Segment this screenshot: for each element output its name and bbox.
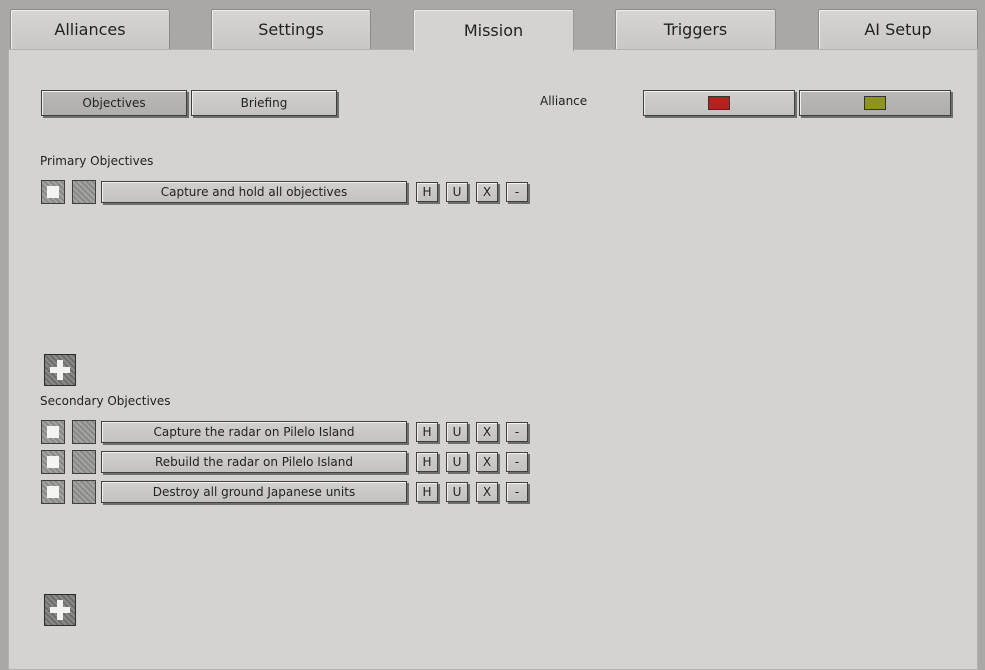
objective-color-slot[interactable] <box>72 480 96 504</box>
objective-u-button[interactable]: U <box>446 422 468 442</box>
primary-objectives-heading: Primary Objectives <box>40 154 154 168</box>
tab-label: Mission <box>463 21 524 40</box>
tab-mission[interactable]: Mission <box>413 9 574 51</box>
alliance-olive-button[interactable] <box>799 90 951 116</box>
minus-label: - <box>514 425 520 439</box>
u-label: U <box>452 185 462 199</box>
red-swatch <box>708 96 730 110</box>
h-label: H <box>422 455 432 469</box>
add-secondary-objective-button[interactable] <box>44 594 76 626</box>
objective-text: Capture and hold all objectives <box>160 185 348 199</box>
tab-alliances[interactable]: Alliances <box>10 9 170 49</box>
checkbox-box <box>47 456 59 468</box>
objective-text-button[interactable]: Capture the radar on Pilelo Island <box>101 421 407 443</box>
u-label: U <box>452 455 462 469</box>
objective-minus-button[interactable]: - <box>506 422 528 442</box>
objective-checkbox[interactable] <box>41 420 65 444</box>
objective-text: Destroy all ground Japanese units <box>152 485 356 499</box>
objectives-subtab-label: Objectives <box>82 96 146 110</box>
objective-text-button[interactable]: Destroy all ground Japanese units <box>101 481 407 503</box>
x-label: X <box>482 455 492 469</box>
objective-x-button[interactable]: X <box>476 482 498 502</box>
objective-color-slot[interactable] <box>72 180 96 204</box>
objectives-subtab[interactable]: Objectives <box>41 90 187 116</box>
objective-x-button[interactable]: X <box>476 182 498 202</box>
olive-swatch <box>864 96 886 110</box>
objective-h-button[interactable]: H <box>416 482 438 502</box>
briefing-subtab-label: Briefing <box>240 96 288 110</box>
h-label: H <box>422 485 432 499</box>
tab-label: AI Setup <box>864 20 932 39</box>
objective-u-button[interactable]: U <box>446 482 468 502</box>
objective-checkbox[interactable] <box>41 480 65 504</box>
h-label: H <box>422 425 432 439</box>
minus-label: - <box>514 185 520 199</box>
x-label: X <box>482 185 492 199</box>
objective-text-button[interactable]: Capture and hold all objectives <box>101 181 407 203</box>
objective-u-button[interactable]: U <box>446 452 468 472</box>
objective-checkbox[interactable] <box>41 180 65 204</box>
checkbox-box <box>47 486 59 498</box>
objective-h-button[interactable]: H <box>416 452 438 472</box>
checkbox-box <box>47 426 59 438</box>
plus-icon <box>50 600 70 620</box>
minus-label: - <box>514 455 520 469</box>
x-label: X <box>482 425 492 439</box>
checkbox-box <box>47 186 59 198</box>
alliance-red-button[interactable] <box>643 90 795 116</box>
briefing-subtab[interactable]: Briefing <box>191 90 337 116</box>
x-label: X <box>482 485 492 499</box>
objective-color-slot[interactable] <box>72 450 96 474</box>
objective-minus-button[interactable]: - <box>506 482 528 502</box>
objective-h-button[interactable]: H <box>416 182 438 202</box>
tab-label: Triggers <box>663 20 728 39</box>
objective-text-button[interactable]: Rebuild the radar on Pilelo Island <box>101 451 407 473</box>
secondary-objectives-heading: Secondary Objectives <box>40 394 171 408</box>
mission-panel: Objectives Briefing Alliance Primary Obj… <box>8 49 978 670</box>
tab-triggers[interactable]: Triggers <box>615 9 776 49</box>
u-label: U <box>452 425 462 439</box>
minus-label: - <box>514 485 520 499</box>
plus-icon <box>50 360 70 380</box>
tab-label: Settings <box>258 20 324 39</box>
objective-color-slot[interactable] <box>72 420 96 444</box>
objective-minus-button[interactable]: - <box>506 452 528 472</box>
objective-minus-button[interactable]: - <box>506 182 528 202</box>
tab-settings[interactable]: Settings <box>211 9 371 49</box>
add-primary-objective-button[interactable] <box>44 354 76 386</box>
objective-x-button[interactable]: X <box>476 452 498 472</box>
h-label: H <box>422 185 432 199</box>
objective-text: Rebuild the radar on Pilelo Island <box>155 455 353 469</box>
alliance-label: Alliance <box>540 94 588 108</box>
tab-label: Alliances <box>54 20 126 39</box>
objective-x-button[interactable]: X <box>476 422 498 442</box>
tab-ai-setup[interactable]: AI Setup <box>818 9 978 49</box>
objective-u-button[interactable]: U <box>446 182 468 202</box>
objective-text: Capture the radar on Pilelo Island <box>153 425 355 439</box>
u-label: U <box>452 485 462 499</box>
objective-checkbox[interactable] <box>41 450 65 474</box>
objective-h-button[interactable]: H <box>416 422 438 442</box>
